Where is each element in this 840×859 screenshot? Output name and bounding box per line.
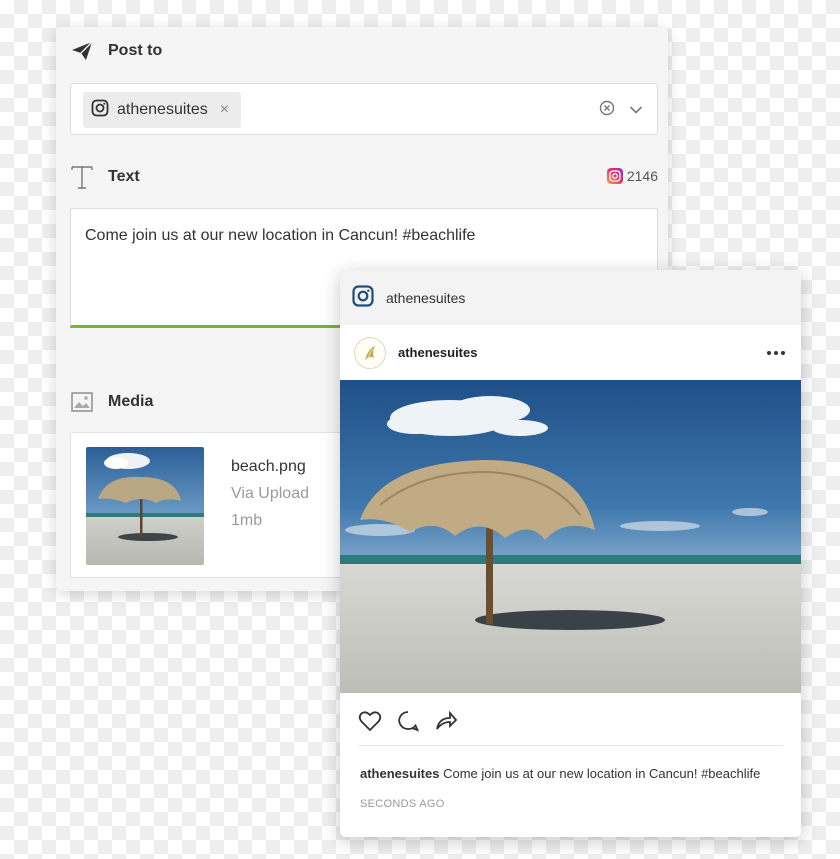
media-file-size: 1mb	[231, 512, 263, 529]
post-actions	[340, 693, 801, 741]
media-source: Via Upload	[231, 485, 309, 502]
instagram-preview-card: athenesuites athenesuites athenesuites C…	[340, 270, 801, 837]
caption-text: Come join us at our new location in Canc…	[439, 766, 761, 781]
post-timestamp: SECONDS AGO	[360, 798, 445, 810]
caption-username[interactable]: athenesuites	[360, 766, 439, 781]
media-label: Media	[108, 393, 154, 410]
text-label: Text	[108, 168, 140, 185]
profile-select[interactable]: athenesuites ×	[70, 83, 658, 135]
selected-profile-chip: athenesuites ×	[83, 92, 242, 128]
avatar[interactable]	[354, 336, 386, 369]
post-image	[340, 380, 801, 693]
paper-plane-icon	[70, 39, 94, 63]
more-options-icon[interactable]	[767, 350, 785, 355]
selected-profile-name: athenesuites	[117, 101, 208, 118]
chevron-down-icon[interactable]	[629, 102, 643, 120]
media-thumbnail	[86, 447, 204, 565]
preview-header: athenesuites	[340, 270, 801, 325]
media-file-name: beach.png	[231, 458, 306, 475]
post-to-label: Post to	[108, 42, 163, 59]
instagram-icon	[606, 168, 623, 184]
character-count: 2146	[606, 168, 658, 184]
post-header: athenesuites	[340, 325, 801, 380]
instagram-icon	[352, 285, 374, 310]
post-username[interactable]: athenesuites	[398, 345, 477, 360]
share-icon[interactable]	[434, 710, 458, 737]
instagram-icon	[91, 99, 109, 122]
character-count-value: 2146	[626, 168, 658, 184]
heart-icon[interactable]	[358, 710, 382, 737]
text-icon	[70, 165, 94, 189]
text-header: Text	[70, 165, 140, 189]
post-caption: athenesuites Come join us at our new loc…	[340, 746, 801, 784]
comment-icon[interactable]	[396, 710, 420, 737]
clear-selection-icon[interactable]	[599, 100, 615, 121]
image-icon	[70, 390, 94, 414]
preview-account-name: athenesuites	[386, 289, 466, 306]
media-header: Media	[70, 390, 153, 414]
remove-profile-button[interactable]: ×	[220, 101, 229, 119]
post-to-header: Post to	[70, 39, 162, 63]
